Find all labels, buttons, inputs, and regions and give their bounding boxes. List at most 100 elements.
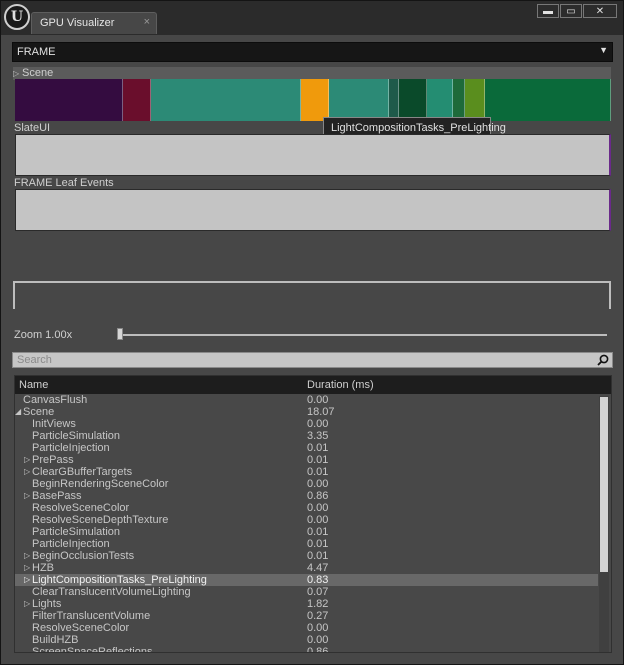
table-row[interactable]: ScreenSpaceReflections 0.86	[15, 646, 598, 653]
row-name: ResolveSceneColor	[32, 502, 130, 514]
column-header-duration[interactable]: Duration (ms)	[307, 379, 374, 391]
table-row[interactable]: ▷ PrePass 0.01	[15, 454, 598, 466]
row-name: ParticleInjection	[32, 538, 110, 550]
scene-timeline-track[interactable]	[15, 79, 611, 121]
timeline-event-bar[interactable]	[453, 79, 465, 121]
row-name: HZB	[32, 562, 54, 574]
frame-dropdown[interactable]: FRAME ▼	[12, 42, 613, 62]
row-duration: 0.01	[307, 442, 329, 454]
row-duration: 0.07	[307, 586, 329, 598]
row-name: Lights	[32, 598, 62, 610]
timeline-event-bar[interactable]	[15, 79, 123, 121]
gpu-visualizer-window: U GPU Visualizer × ▬ ▭ ✕ FRAME ▼ ▷ Scene …	[0, 0, 624, 665]
table-row[interactable]: BeginRenderingSceneColor 0.00	[15, 478, 598, 490]
stats-panel	[13, 281, 611, 309]
maximize-button[interactable]: ▭	[560, 4, 582, 18]
expand-arrow-icon[interactable]: ▷	[24, 454, 30, 466]
row-duration: 0.01	[307, 550, 329, 562]
row-duration: 0.00	[307, 394, 329, 406]
row-duration: 0.01	[307, 526, 329, 538]
expand-arrow-icon[interactable]: ▷	[24, 490, 30, 502]
row-name: CanvasFlush	[23, 394, 88, 406]
row-duration: 0.01	[307, 454, 329, 466]
scene-section-label: Scene	[22, 67, 54, 79]
table-row[interactable]: ▷ BeginOcclusionTests 0.01	[15, 550, 598, 562]
table-row[interactable]: ▷ ClearGBufferTargets 0.01	[15, 466, 598, 478]
table-row[interactable]: ▷ BasePass 0.86	[15, 490, 598, 502]
slateui-timeline-track[interactable]	[15, 134, 611, 176]
tab-title: GPU Visualizer	[40, 17, 115, 29]
row-name: Scene	[23, 406, 55, 418]
table-row[interactable]: ◢ Scene 18.07	[15, 406, 598, 418]
column-header-name[interactable]: Name	[19, 379, 48, 391]
table-row[interactable]: ParticleSimulation 3.35	[15, 430, 598, 442]
window-controls: ▬ ▭ ✕	[536, 4, 617, 20]
slateui-track-label: SlateUI	[14, 122, 51, 134]
table-row[interactable]: ResolveSceneDepthTexture 0.00	[15, 514, 598, 526]
timeline-event-bar[interactable]	[329, 79, 389, 121]
timeline-event-bar[interactable]	[151, 79, 301, 121]
table-row[interactable]: ClearTranslucentVolumeLighting 0.07	[15, 586, 598, 598]
leaf-events-timeline-track[interactable]	[15, 189, 611, 231]
expand-arrow-icon: ▷	[13, 69, 20, 78]
timeline-event-bar[interactable]	[123, 79, 151, 121]
search-placeholder: Search	[17, 354, 52, 366]
table-row[interactable]: ParticleInjection 0.01	[15, 538, 598, 550]
row-name: PrePass	[32, 454, 74, 466]
table-row[interactable]: InitViews 0.00	[15, 418, 598, 430]
row-name: InitViews	[32, 418, 76, 430]
row-name: ResolveSceneColor	[32, 622, 130, 634]
expand-arrow-icon[interactable]: ▷	[24, 550, 30, 562]
expand-arrow-icon[interactable]: ▷	[24, 598, 30, 610]
row-duration: 0.86	[307, 490, 329, 502]
row-duration: 18.07	[307, 406, 335, 418]
timeline-event-bar[interactable]	[485, 79, 611, 121]
table-row[interactable]: ▷ HZB 4.47	[15, 562, 598, 574]
table-row[interactable]: FilterTranslucentVolume 0.27	[15, 610, 598, 622]
collapse-arrow-icon[interactable]: ◢	[15, 406, 21, 418]
table-row[interactable]: BuildHZB 0.00	[15, 634, 598, 646]
tree-header: Name Duration (ms)	[15, 376, 611, 394]
zoom-slider-track[interactable]	[119, 334, 607, 336]
expand-arrow-icon[interactable]: ▷	[24, 466, 30, 478]
table-row[interactable]: ▷ Lights 1.82	[15, 598, 598, 610]
table-row[interactable]: ResolveSceneColor 0.00	[15, 502, 598, 514]
row-duration: 0.00	[307, 478, 329, 490]
table-row[interactable]: ▷ LightCompositionTasks_PreLighting 0.83	[15, 574, 598, 586]
row-name: BeginRenderingSceneColor	[32, 478, 169, 490]
tab-gpu-visualizer[interactable]: GPU Visualizer ×	[31, 12, 157, 34]
row-duration: 0.00	[307, 502, 329, 514]
timeline-event-bar[interactable]	[301, 79, 329, 121]
timeline-event-bar[interactable]	[399, 79, 427, 121]
close-tab-icon[interactable]: ×	[144, 16, 150, 28]
timeline-event-bar[interactable]	[389, 79, 399, 121]
search-icon[interactable]	[597, 354, 609, 366]
close-window-button[interactable]: ✕	[583, 4, 617, 18]
table-row[interactable]: ResolveSceneColor 0.00	[15, 622, 598, 634]
event-rows: CanvasFlush 0.00 ◢ Scene 18.07 InitViews 0.00 P…	[15, 394, 598, 653]
expand-arrow-icon[interactable]: ▷	[24, 562, 30, 574]
row-duration: 0.00	[307, 418, 329, 430]
row-name: BuildHZB	[32, 634, 79, 646]
table-row[interactable]: ParticleSimulation 0.01	[15, 526, 598, 538]
minimize-button[interactable]: ▬	[537, 4, 559, 18]
title-bar: U GPU Visualizer × ▬ ▭ ✕	[1, 1, 623, 35]
expand-arrow-icon[interactable]: ▷	[24, 574, 30, 586]
row-duration: 0.86	[307, 646, 329, 653]
row-duration: 1.82	[307, 598, 329, 610]
row-duration: 4.47	[307, 562, 329, 574]
table-row[interactable]: CanvasFlush 0.00	[15, 394, 598, 406]
row-duration: 0.01	[307, 466, 329, 478]
zoom-slider-handle[interactable]	[117, 328, 123, 340]
row-name: ParticleSimulation	[32, 526, 121, 538]
row-name: BeginOcclusionTests	[32, 550, 135, 562]
row-name: ParticleInjection	[32, 442, 110, 454]
row-name: ClearGBufferTargets	[32, 466, 133, 478]
search-input[interactable]: Search	[12, 352, 613, 368]
row-duration: 3.35	[307, 430, 329, 442]
table-row[interactable]: ParticleInjection 0.01	[15, 442, 598, 454]
timeline-event-bar[interactable]	[465, 79, 485, 121]
scrollbar-thumb[interactable]	[600, 397, 608, 572]
timeline-event-bar[interactable]	[427, 79, 453, 121]
frame-dropdown-value: FRAME	[17, 46, 56, 58]
